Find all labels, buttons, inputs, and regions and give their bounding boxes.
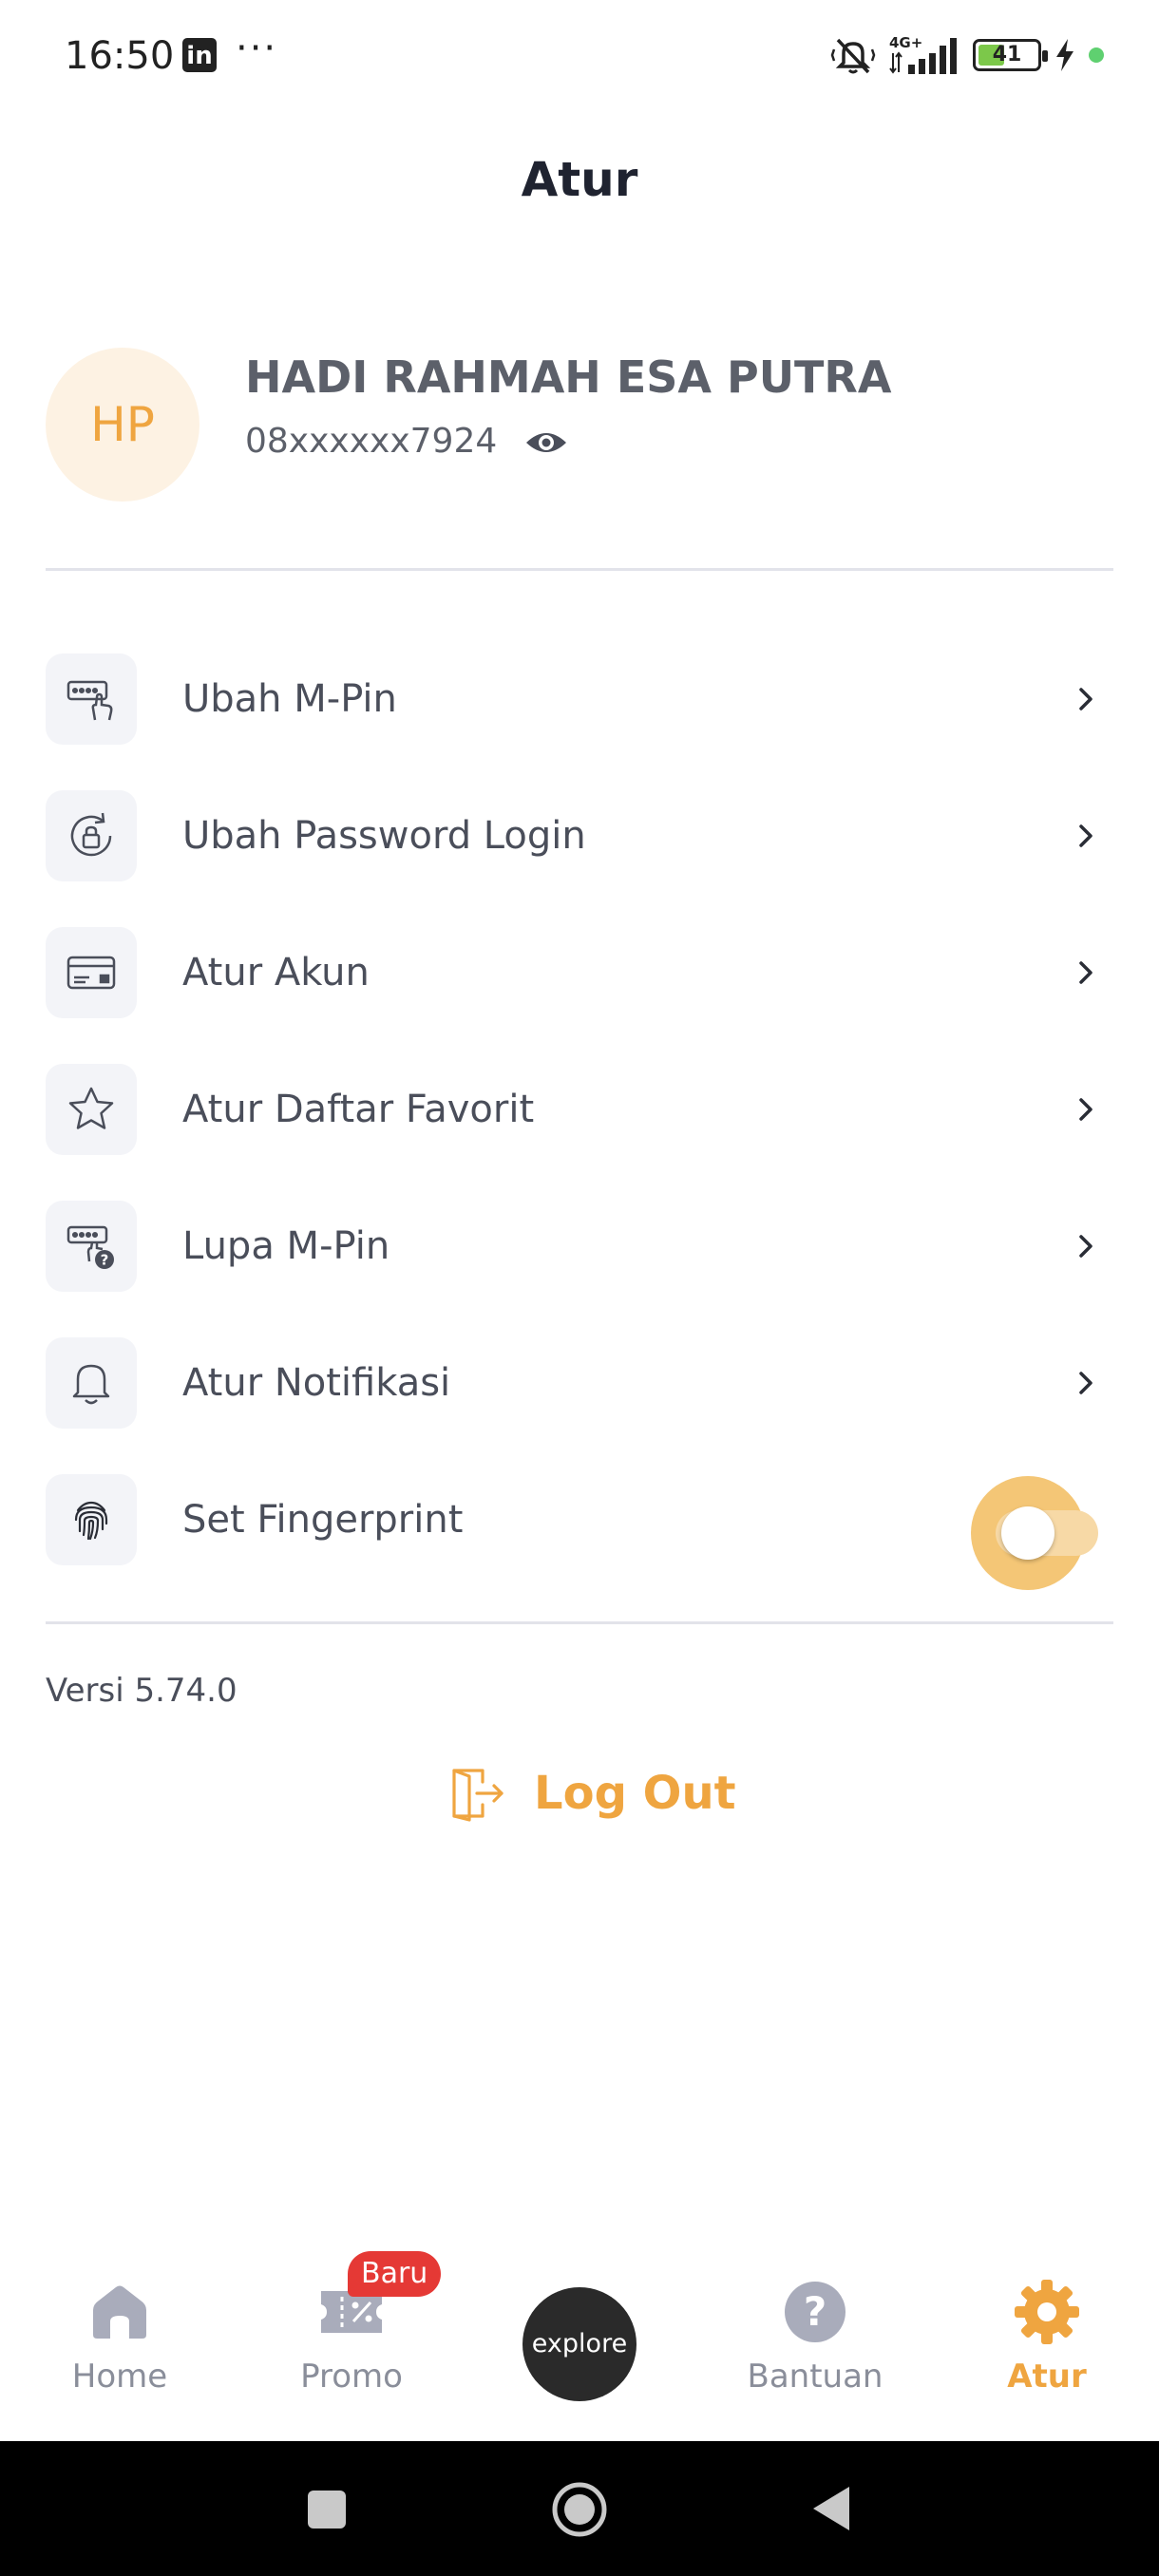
- chevron-right-icon: [1079, 688, 1092, 710]
- keypad-hand-icon: [46, 653, 137, 745]
- logout-icon: [452, 1769, 504, 1822]
- menu-item-atur-notifikasi[interactable]: Atur Notifikasi: [46, 1315, 1113, 1451]
- eye-icon[interactable]: [524, 426, 568, 460]
- help-icon: ?: [785, 2282, 846, 2342]
- menu-item-set-fingerprint: Set Fingerprint: [46, 1451, 1113, 1590]
- menu-label: Ubah Password Login: [182, 814, 586, 858]
- battery-icon: 41: [973, 39, 1048, 71]
- profile-name: HADI RAHMAH ESA PUTRA: [245, 351, 892, 403]
- lock-reset-icon: [46, 790, 137, 881]
- divider: [46, 568, 1113, 571]
- nav-label: Home: [71, 2358, 168, 2396]
- settings-menu: Ubah M-Pin Ubah Password Login Atur Akun…: [46, 631, 1113, 1590]
- menu-item-lupa-mpin[interactable]: ? Lupa M-Pin: [46, 1178, 1113, 1315]
- avatar: HP: [46, 348, 200, 502]
- nav-atur[interactable]: Atur: [952, 2278, 1142, 2396]
- toggle-knob: [1001, 1506, 1054, 1560]
- nav-label: Promo: [300, 2358, 403, 2396]
- card-icon: [46, 927, 137, 1018]
- back-icon[interactable]: [809, 2485, 851, 2532]
- logout-button[interactable]: Log Out: [446, 1763, 736, 1824]
- new-badge: Baru: [348, 2251, 442, 2297]
- fingerprint-toggle[interactable]: [971, 1476, 1098, 1590]
- menu-item-atur-akun[interactable]: Atur Akun: [46, 904, 1113, 1041]
- menu-item-atur-favorit[interactable]: Atur Daftar Favorit: [46, 1041, 1113, 1178]
- bottom-navigation: Home Promo Baru explore ? Bantuan Atur: [0, 2251, 1159, 2441]
- status-bar: 16:50 in ··· 4G+ 41: [0, 0, 1159, 114]
- more-notifications-icon: ···: [236, 27, 278, 70]
- nav-bantuan[interactable]: ? Bantuan: [720, 2278, 910, 2396]
- page-title: Atur: [521, 152, 638, 207]
- menu-label: Ubah M-Pin: [182, 677, 397, 721]
- network-type-label: 4G+: [889, 34, 922, 51]
- charging-icon: [1056, 39, 1074, 71]
- explore-button[interactable]: explore: [522, 2287, 636, 2401]
- vibrate-mute-icon: [830, 38, 876, 74]
- chevron-right-icon: [1079, 1372, 1092, 1394]
- system-navigation-bar: [0, 2441, 1159, 2576]
- menu-label: Lupa M-Pin: [182, 1224, 390, 1268]
- linkedin-icon: in: [182, 38, 217, 72]
- nav-home[interactable]: Home: [25, 2278, 215, 2396]
- chevron-right-icon: [1079, 1235, 1092, 1258]
- chevron-right-icon: [1079, 1098, 1092, 1121]
- keypad-question-icon: ?: [46, 1201, 137, 1292]
- battery-percent: 41: [992, 43, 1022, 66]
- logout-label: Log Out: [534, 1767, 736, 1820]
- recents-icon[interactable]: [306, 2489, 348, 2530]
- divider: [46, 1621, 1113, 1624]
- menu-label: Atur Daftar Favorit: [182, 1088, 535, 1131]
- profile-phone: 08xxxxxx7924: [245, 422, 498, 461]
- app-version: Versi 5.74.0: [46, 1672, 238, 1710]
- menu-label: Atur Akun: [182, 951, 370, 994]
- gear-icon: [1015, 2280, 1079, 2344]
- star-icon: [46, 1064, 137, 1155]
- home-icon: [93, 2285, 146, 2339]
- home-system-icon[interactable]: [551, 2481, 608, 2538]
- battery-cap: [1042, 50, 1048, 62]
- status-icons: 4G+ 41: [830, 34, 1104, 76]
- nav-label: Atur: [1007, 2358, 1087, 2396]
- status-time: 16:50: [65, 34, 175, 78]
- menu-label: Atur Notifikasi: [182, 1361, 451, 1405]
- svg-text:?: ?: [804, 2288, 826, 2335]
- privacy-dot: [1089, 47, 1104, 63]
- menu-item-ubah-password[interactable]: Ubah Password Login: [46, 767, 1113, 904]
- nav-label: Bantuan: [747, 2358, 884, 2396]
- chevron-right-icon: [1079, 824, 1092, 847]
- bell-icon: [46, 1337, 137, 1429]
- menu-item-ubah-mpin[interactable]: Ubah M-Pin: [46, 631, 1113, 767]
- svg-text:?: ?: [101, 1252, 109, 1269]
- chevron-right-icon: [1079, 961, 1092, 984]
- signal-icon: 4G+: [889, 34, 957, 74]
- fingerprint-icon: [46, 1474, 137, 1565]
